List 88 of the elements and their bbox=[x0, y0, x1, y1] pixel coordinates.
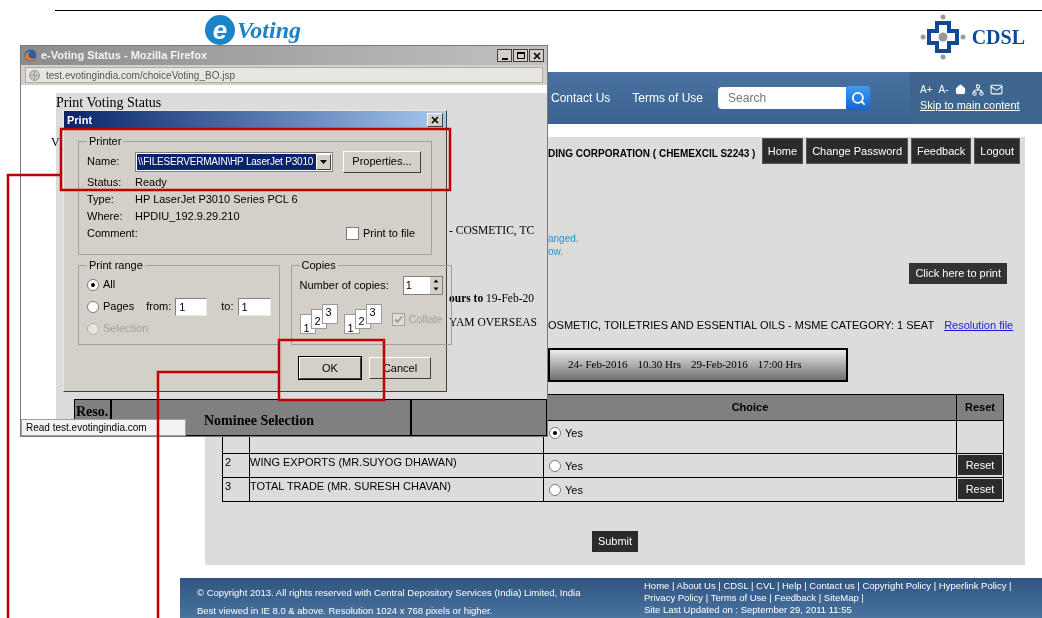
page-sheet: 3 bbox=[321, 303, 338, 324]
table-cell: 3 bbox=[222, 477, 250, 501]
group-label: Printer bbox=[88, 134, 123, 149]
sitemap-icon[interactable] bbox=[971, 83, 984, 96]
skip-link[interactable]: Skip to main content bbox=[920, 97, 1042, 114]
globe-icon bbox=[29, 69, 40, 81]
column-header: Reset bbox=[956, 394, 1004, 420]
group-label: Copies bbox=[300, 258, 337, 273]
submit-button[interactable]: Submit bbox=[591, 530, 639, 552]
radio-label: All bbox=[103, 277, 116, 293]
printer-select[interactable]: \\FILESERVERMAIN\HP LaserJet P3010 bbox=[135, 151, 333, 172]
brand-name: CDSL bbox=[971, 25, 1025, 50]
search-field[interactable]: Search bbox=[718, 87, 847, 109]
table-cell: WING EXPORTS (MR.SUYOG DHAWAN) bbox=[249, 453, 544, 477]
menu-button[interactable]: Logout bbox=[974, 138, 1020, 164]
minimize-icon[interactable] bbox=[497, 49, 512, 62]
page-heading: Print Voting Status bbox=[56, 95, 162, 111]
page-text: V bbox=[51, 135, 60, 149]
from-page-field[interactable]: 1 bbox=[175, 297, 208, 316]
close-icon[interactable] bbox=[529, 49, 544, 62]
choice-label: Yes bbox=[565, 425, 583, 441]
choice-label: Yes bbox=[565, 482, 583, 498]
field-label: Type: bbox=[87, 191, 115, 207]
search-icon bbox=[850, 90, 866, 106]
menu-button[interactable]: Home bbox=[761, 138, 804, 164]
table-cell: 2 bbox=[222, 453, 250, 477]
reset-button[interactable]: Reset bbox=[958, 455, 1002, 475]
mail-icon[interactable] bbox=[989, 83, 1003, 97]
print-button[interactable]: Click here to print bbox=[909, 263, 1007, 284]
table-cell: TOTAL TRADE (MR. SURESH CHAVAN) bbox=[249, 477, 544, 501]
page-sheet: 3 bbox=[365, 303, 382, 324]
checkbox-label: Print to file bbox=[363, 225, 415, 241]
font-size-link[interactable]: A- bbox=[938, 82, 949, 98]
reset-button[interactable]: Reset bbox=[958, 479, 1002, 499]
properties-button[interactable]: Properties... bbox=[343, 150, 421, 173]
checkbox[interactable] bbox=[346, 226, 360, 240]
field-label: Name: bbox=[87, 154, 121, 170]
dialog-title: Print bbox=[67, 112, 93, 128]
evoting-logo: e Voting bbox=[205, 12, 302, 48]
address-bar[interactable]: test.evotingindia.com/choiceVoting_BO.jsp bbox=[25, 67, 543, 83]
resolution-text: OSMETIC, TOILETRIES AND ESSENTIAL OILS - MSME CATEGORY: 1 SEAT bbox=[548, 318, 935, 333]
field-value: Ready bbox=[135, 174, 167, 190]
footer-links[interactable]: Home | About Us | CDSL | CVL | Help | Contact us | Copyright Policy | Hyperlink Policy | bbox=[644, 580, 1012, 592]
field-label: to: bbox=[221, 299, 234, 315]
group-label: Print range bbox=[88, 258, 144, 273]
radio-button[interactable] bbox=[549, 483, 561, 496]
footer-text: Best viewed in IE 8.0 & above. Resolution 1024 x 768 pixels or higher. bbox=[197, 605, 494, 617]
period-text: 24- Feb-2016 bbox=[568, 357, 628, 373]
field-label: Where: bbox=[87, 208, 124, 224]
search-button[interactable] bbox=[846, 86, 871, 110]
copies-spinner[interactable]: 1 bbox=[402, 276, 443, 295]
radio-button[interactable] bbox=[87, 300, 99, 313]
radio-button[interactable] bbox=[549, 459, 561, 472]
footer-text: © Copyright 2013. All rights reserved with Central Depository Services (India) Limited, India bbox=[197, 587, 582, 599]
field-value: HPDIU_192.9.29.210 bbox=[135, 208, 240, 224]
radio-label: Pages bbox=[103, 299, 135, 315]
menu-button[interactable]: Change Password bbox=[806, 138, 909, 164]
footer-text: Site Last Updated on : September 29, 2011 11:55 bbox=[644, 604, 853, 616]
account-title: DING CORPORATION ( CHEMEXCIL S2243 ) bbox=[548, 147, 756, 161]
to-page-field[interactable]: 1 bbox=[237, 297, 271, 316]
resolution-link[interactable]: Resolution file bbox=[944, 317, 1014, 334]
nav-link[interactable]: Contact Us bbox=[551, 89, 611, 107]
period-text: 29-Feb-2016 bbox=[690, 357, 748, 373]
radio-button[interactable] bbox=[549, 426, 561, 439]
fox-globe-icon bbox=[24, 49, 37, 62]
choice-label: Yes bbox=[565, 458, 583, 474]
nav-link[interactable]: Terms of Use bbox=[632, 89, 704, 107]
notice-text: anged. bbox=[548, 232, 580, 245]
field-value: HP LaserJet P3010 Series PCL 6 bbox=[135, 191, 298, 207]
footer-links[interactable]: Privacy Policy | Terms of Use | Feedback | SiteMap | bbox=[644, 592, 1012, 604]
period-text: 17:00 Hrs bbox=[757, 357, 802, 373]
notice-text: ow. bbox=[548, 245, 564, 258]
period-text: 10.30 Hrs bbox=[637, 357, 681, 373]
menu-button[interactable]: Feedback bbox=[911, 138, 972, 164]
radio-button[interactable] bbox=[87, 278, 99, 291]
field-label: Number of copies: bbox=[299, 278, 389, 294]
home-icon[interactable] bbox=[954, 84, 966, 96]
field-label: from: bbox=[146, 299, 172, 315]
field-label: Status: bbox=[87, 174, 123, 190]
cross-logo-icon bbox=[919, 14, 966, 60]
status-bar: Read test.evotingindia.com bbox=[21, 419, 186, 436]
window-title: e-Voting Status - Mozilla Firefox bbox=[41, 48, 208, 64]
field-label: Comment: bbox=[87, 225, 135, 241]
font-size-link[interactable]: A+ bbox=[920, 82, 933, 98]
page-text: - COSMETIC, TC bbox=[449, 223, 535, 238]
maximize-icon[interactable] bbox=[513, 49, 528, 62]
page-text: ours to 19-Feb-20 bbox=[449, 291, 534, 306]
dialog-button[interactable]: OK bbox=[299, 357, 361, 379]
